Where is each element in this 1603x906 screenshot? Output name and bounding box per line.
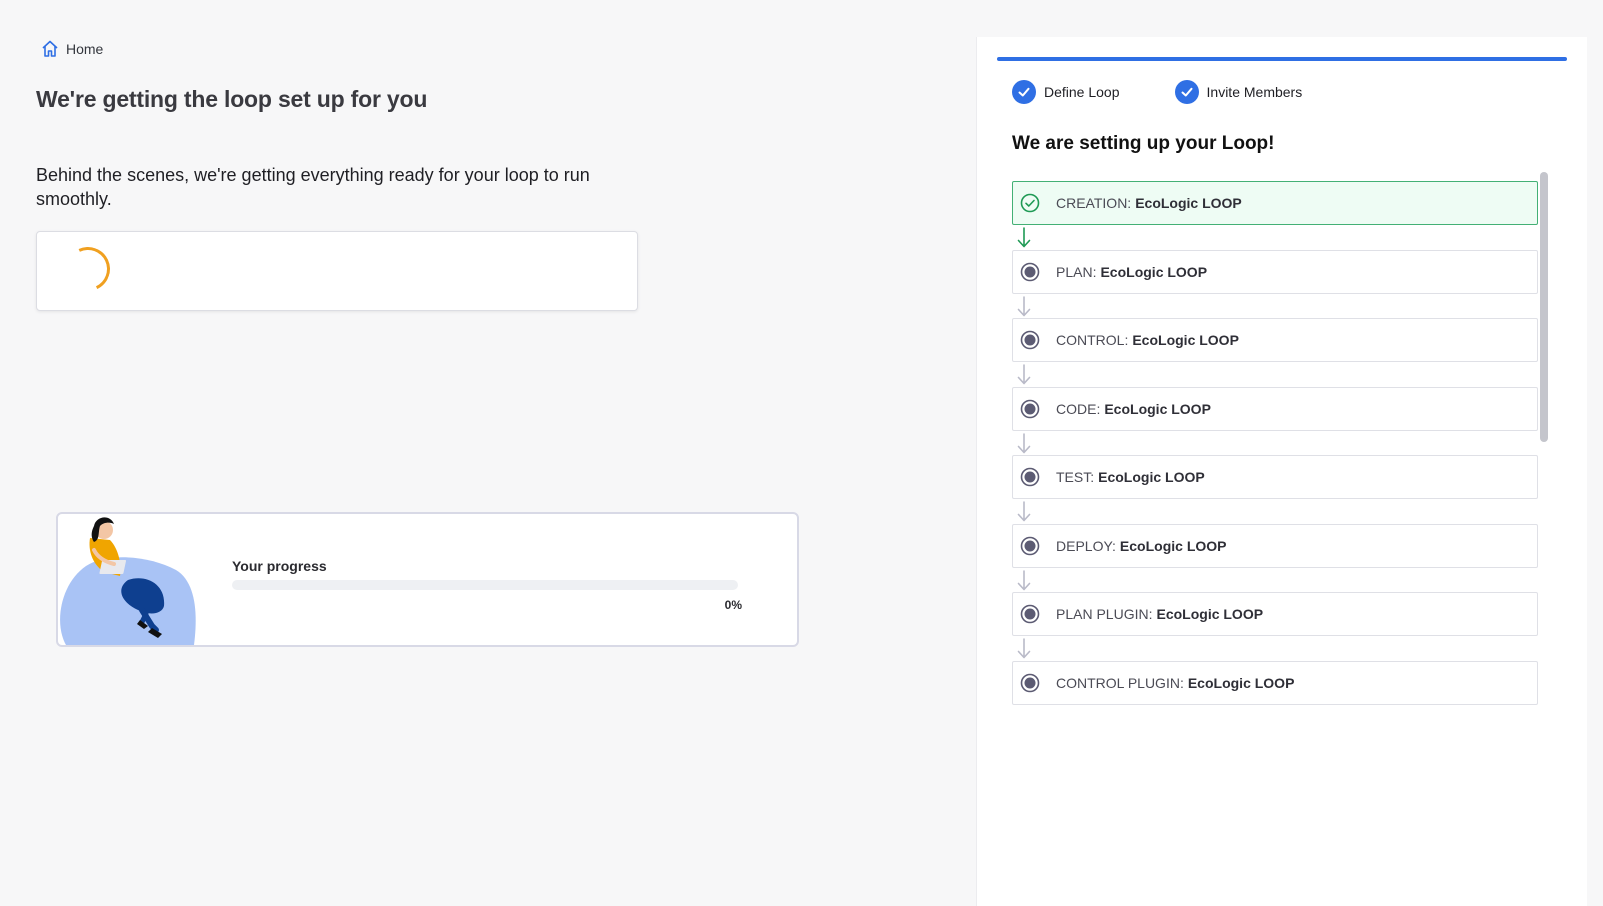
breadcrumb-home-link[interactable]: Home <box>66 41 103 57</box>
check-circle-icon <box>1174 80 1199 104</box>
scrollbar-thumb[interactable] <box>1540 172 1548 442</box>
stage-name: EcoLogic LOOP <box>1135 195 1242 211</box>
stage-prefix: CODE: <box>1056 400 1101 417</box>
stage-name: EcoLogic LOOP <box>1100 263 1208 280</box>
stage-item[interactable]: CONTROL: EcoLogic LOOP <box>1012 318 1538 362</box>
page-title: We're getting the loop set up for you <box>36 86 428 112</box>
stage-item[interactable]: CREATION: EcoLogic LOOP <box>1012 181 1538 225</box>
panel-title: We are setting up your Loop! <box>1012 133 1275 154</box>
stage-list[interactable]: CREATION: EcoLogic LOOP PLAN: EcoLogic LOOP… <box>1012 181 1547 718</box>
stage-name: EcoLogic LOOP <box>1132 332 1239 348</box>
breadcrumb[interactable]: Home <box>40 39 103 59</box>
stepper: Define Loop Invite Members <box>1012 80 1302 104</box>
down-arrow-icon <box>1016 568 1032 594</box>
check-circle-icon <box>1012 80 1036 104</box>
setup-panel: Define Loop Invite Members We are settin… <box>976 37 1587 906</box>
stage-prefix: CREATION: <box>1056 195 1132 211</box>
stage-name: EcoLogic LOOP <box>1119 537 1227 554</box>
check-circle-icon <box>1019 192 1041 214</box>
down-arrow-icon <box>1016 294 1032 320</box>
pending-dot-icon <box>1019 398 1041 420</box>
progress-card: Your progress 0% <box>56 512 799 647</box>
pending-dot-icon <box>1019 603 1041 625</box>
step-label: Define Loop <box>1044 84 1120 100</box>
step-label: Invite Members <box>1206 84 1303 100</box>
stage-item[interactable]: PLAN PLUGIN: EcoLogic LOOP <box>1012 592 1538 636</box>
down-arrow-icon <box>1016 225 1032 251</box>
stage-prefix: CONTROL PLUGIN: <box>1056 674 1184 691</box>
panel-progress-bar <box>997 57 1567 61</box>
stage-item[interactable]: CONTROL PLUGIN: EcoLogic LOOP <box>1012 660 1538 705</box>
loader-card <box>36 231 638 311</box>
pending-dot-icon <box>1019 672 1041 694</box>
progress-bar <box>232 580 738 590</box>
stage-prefix: PLAN: <box>1056 263 1097 280</box>
stage-prefix: DEPLOY: <box>1056 537 1116 554</box>
stage-item[interactable]: TEST: EcoLogic LOOP <box>1012 455 1538 499</box>
stage-item[interactable]: DEPLOY: EcoLogic LOOP <box>1012 523 1538 568</box>
progress-label: Your progress <box>232 558 327 574</box>
loading-spinner-icon <box>59 240 117 298</box>
stage-name: EcoLogic LOOP <box>1098 469 1205 485</box>
stage-name: EcoLogic LOOP <box>1104 400 1211 417</box>
pending-dot-icon <box>1019 261 1041 283</box>
stage-prefix: TEST: <box>1056 469 1095 485</box>
stage-prefix: CONTROL: <box>1056 332 1129 348</box>
step-define-loop[interactable]: Define Loop <box>1012 80 1120 104</box>
progress-percentage: 0% <box>724 598 742 612</box>
pending-dot-icon <box>1019 329 1041 351</box>
down-arrow-icon <box>1016 362 1032 388</box>
stage-prefix: PLAN PLUGIN: <box>1056 606 1153 622</box>
pending-dot-icon <box>1019 466 1041 488</box>
stage-item[interactable]: PLAN: EcoLogic LOOP <box>1012 249 1538 294</box>
down-arrow-icon <box>1016 431 1032 457</box>
page-description: Behind the scenes, we're getting everyth… <box>36 165 590 209</box>
down-arrow-icon <box>1016 499 1032 525</box>
woman-on-beanbag-illustration <box>60 517 196 645</box>
step-invite-members[interactable]: Invite Members <box>1174 80 1303 104</box>
stage-name: EcoLogic LOOP <box>1156 606 1264 622</box>
stage-list-scrollbar[interactable] <box>1540 172 1548 707</box>
home-icon <box>40 39 60 59</box>
stage-item[interactable]: CODE: EcoLogic LOOP <box>1012 386 1538 431</box>
pending-dot-icon <box>1019 535 1041 557</box>
down-arrow-icon <box>1016 636 1032 662</box>
stage-name: EcoLogic LOOP <box>1187 674 1295 691</box>
